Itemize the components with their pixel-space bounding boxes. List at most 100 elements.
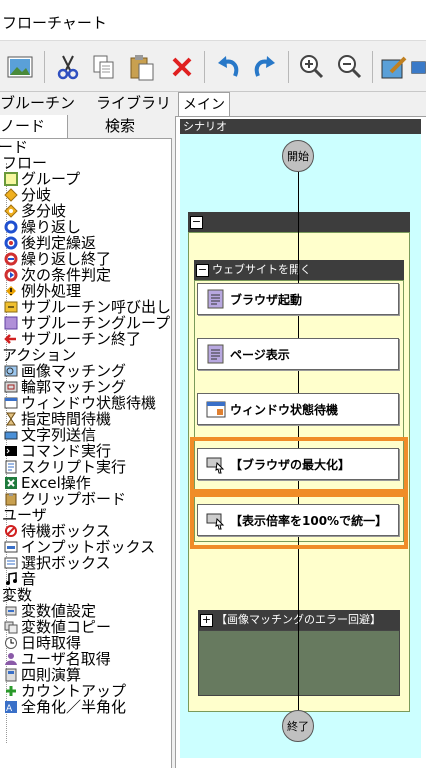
var-copy-icon	[4, 620, 18, 634]
next-condition-icon	[4, 268, 18, 282]
image-icon[interactable]	[2, 49, 38, 85]
tab-search[interactable]: 検索	[68, 115, 172, 138]
script-icon	[206, 289, 226, 309]
tree-item-image-matching[interactable]: 画像マッチング	[4, 363, 126, 379]
tree-item-clipboard[interactable]: クリップボード	[4, 491, 126, 507]
expand-button[interactable]: +	[200, 613, 213, 627]
wait-box-icon	[4, 524, 18, 538]
error-group-header[interactable]: + 【画像マッチングのエラー回避】	[198, 610, 400, 630]
title-bar: フローチャート	[0, 0, 426, 40]
console-icon	[4, 444, 18, 458]
group-header[interactable]: −	[188, 212, 410, 232]
subroutine-group-icon	[4, 316, 18, 330]
tree-item-branch[interactable]: 分岐	[4, 187, 51, 203]
script-icon	[4, 460, 18, 474]
tree-item-contour-matching[interactable]: 輪郭マッチング	[4, 379, 126, 395]
tree-item-var-copy[interactable]: 変数値コピー	[4, 619, 111, 635]
tree-group-flow[interactable]: フロー	[2, 155, 47, 171]
action-browser-launch[interactable]: ブラウザ起動	[197, 283, 399, 315]
tree-item-next-condition[interactable]: 次の条件判定	[4, 267, 111, 283]
tree-item-exception[interactable]: 例外処理	[4, 283, 81, 299]
collapse-button[interactable]: −	[190, 215, 203, 229]
action-browser-maximize[interactable]: 【ブラウザの最大化】	[197, 448, 399, 480]
tree-item-send-string[interactable]: 文字列送信	[4, 427, 96, 443]
tree-item-subroutine-end[interactable]: サブルーチン終了	[4, 331, 141, 347]
tree-item-sound[interactable]: 音	[4, 571, 36, 587]
tree-item-loop[interactable]: 繰り返し	[4, 219, 81, 235]
tree-item-input-box[interactable]: インプットボックス	[4, 539, 155, 555]
tree-group-action[interactable]: アクション	[2, 347, 76, 363]
error-group-body	[198, 630, 400, 696]
action-zoom-normalize[interactable]: 【表示倍率を100%で統一】	[197, 504, 399, 536]
tree-item-script[interactable]: スクリプト実行	[4, 459, 126, 475]
scenario-header: シナリオ	[180, 119, 421, 134]
tree-item-subroutine-group[interactable]: サブルーチングループ	[4, 315, 170, 331]
music-note-icon	[4, 572, 18, 586]
node-tree: ード フロー グループ 分岐 多分岐 繰り返し 後判定繰返 繰り返し終了 次の条…	[0, 138, 172, 768]
tree-item-subroutine-call[interactable]: サブルーチン呼び出し	[4, 299, 171, 315]
flowchart-panel: メイン シナリオ − − ウェブサイトを開く + 【画像マッチングのエラー回避】	[172, 92, 426, 768]
website-group-header[interactable]: − ウェブサイトを開く	[194, 260, 404, 280]
tree-root[interactable]: ード	[0, 139, 28, 155]
window-wait-icon	[4, 396, 18, 410]
input-box-icon	[4, 540, 18, 554]
tree-item-username[interactable]: ユーザ名取得	[4, 651, 111, 667]
subroutine-call-icon	[4, 300, 18, 314]
zoom-in-icon[interactable]	[293, 49, 329, 85]
tree-item-excel[interactable]: Excel操作	[4, 475, 91, 491]
tree-item-window-wait[interactable]: ウィンドウ状態待機	[4, 395, 156, 411]
tree-item-post-loop[interactable]: 後判定繰返	[4, 235, 96, 251]
tree-item-group[interactable]: グループ	[4, 171, 80, 187]
tree-item-var-set[interactable]: 変数値設定	[4, 603, 96, 619]
var-set-icon	[4, 604, 18, 618]
tree-group-variable[interactable]: 変数	[2, 587, 32, 603]
redo-icon[interactable]	[247, 49, 283, 85]
hourglass-icon	[4, 412, 18, 426]
width-convert-icon: A	[4, 700, 18, 714]
cut-icon[interactable]	[50, 49, 86, 85]
tree-item-count-up[interactable]: カウントアップ	[4, 683, 126, 699]
tree-item-datetime[interactable]: 日時取得	[4, 635, 81, 651]
tab-subroutine[interactable]: ブルーチン	[0, 92, 84, 115]
script-icon	[206, 344, 226, 364]
tree-item-loop-end[interactable]: 繰り返し終了	[4, 251, 111, 267]
image-matching-icon	[4, 364, 18, 378]
tree-item-select-box[interactable]: 選択ボックス	[4, 555, 111, 571]
keyboard-icon	[4, 428, 18, 442]
extra-icon[interactable]	[410, 49, 426, 85]
clock-icon	[4, 636, 18, 650]
action-page-display[interactable]: ページ表示	[197, 338, 399, 370]
delete-icon[interactable]	[164, 49, 200, 85]
tree-group-user[interactable]: ユーザ	[2, 507, 47, 523]
node-panel: ブルーチン ライブラリ ノード 検索 ード フロー グループ 分岐 多分岐 繰り…	[0, 92, 172, 768]
svg-text:A: A	[6, 704, 13, 714]
collapse-button[interactable]: −	[196, 263, 209, 277]
multi-branch-icon	[4, 204, 18, 218]
toolbar-separator	[44, 51, 45, 83]
click-icon	[206, 454, 226, 474]
tab-main[interactable]: メイン	[178, 92, 230, 117]
tree-item-multi-branch[interactable]: 多分岐	[4, 203, 66, 219]
click-icon	[206, 510, 226, 530]
tree-item-wait-box[interactable]: 待機ボックス	[4, 523, 111, 539]
zoom-out-icon[interactable]	[331, 49, 367, 85]
branch-icon	[4, 188, 18, 202]
tree-item-time-wait[interactable]: 指定時間待機	[4, 411, 111, 427]
toolbar-separator	[204, 51, 205, 83]
paste-icon[interactable]	[124, 49, 160, 85]
tree-item-command[interactable]: コマンド実行	[4, 443, 111, 459]
select-box-icon	[4, 556, 18, 570]
tree-item-width-convert[interactable]: A 全角化／半角化	[4, 699, 126, 715]
tree-item-arithmetic[interactable]: 四則演算	[4, 667, 81, 683]
toolbar	[0, 40, 426, 92]
undo-icon[interactable]	[210, 49, 246, 85]
loop-end-icon	[4, 252, 18, 266]
edit-icon[interactable]	[376, 49, 412, 85]
window-wait-icon	[206, 399, 226, 419]
start-node[interactable]: 開始	[282, 140, 314, 172]
action-window-wait[interactable]: ウィンドウ状態待機	[197, 393, 399, 425]
tab-node[interactable]: ノード	[0, 115, 68, 138]
end-node[interactable]: 終了	[282, 710, 314, 742]
copy-icon[interactable]	[86, 49, 122, 85]
tab-library[interactable]: ライブラリ	[96, 92, 172, 115]
